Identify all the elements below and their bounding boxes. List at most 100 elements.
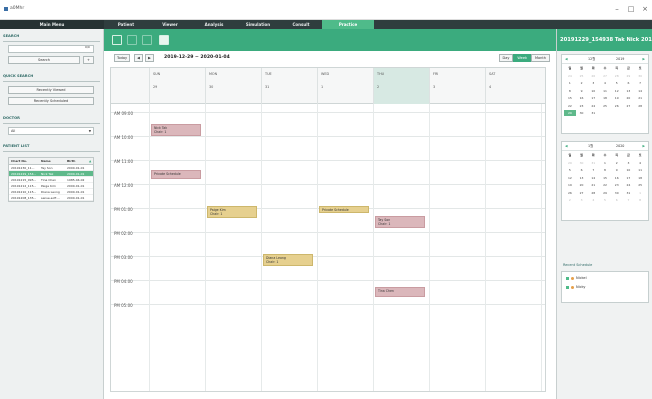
mini-day[interactable]: 25 — [599, 103, 611, 109]
mini-day[interactable]: 31 — [587, 110, 599, 116]
maximize-button[interactable]: □ — [624, 4, 638, 14]
add-patient-button[interactable]: + — [83, 56, 94, 64]
patient-row[interactable]: 20191208_135... sense-soft ... 2000-01-01 — [9, 195, 93, 201]
mini-day[interactable]: 3 — [587, 80, 599, 86]
menu-tab-simulation[interactable]: Simulation — [236, 20, 280, 29]
hour-row[interactable]: PM 04:00 — [111, 279, 545, 304]
mini-day[interactable]: 30 — [576, 160, 588, 166]
schedule-event[interactable]: Diana Leong Chair: 1 — [263, 253, 314, 266]
mini-day[interactable] — [599, 110, 611, 116]
mini-day[interactable]: 8 — [599, 167, 611, 173]
checkbox-icon[interactable] — [566, 285, 569, 289]
next-month-icon[interactable]: ▶ — [642, 55, 645, 64]
mini-day[interactable]: 26 — [564, 190, 576, 196]
delete-icon[interactable] — [142, 35, 152, 45]
menu-tab-analysis[interactable]: Analysis — [192, 20, 236, 29]
column-chart-no[interactable]: Chart No. — [9, 158, 39, 164]
mini-day[interactable]: 28 — [634, 103, 646, 109]
mini-day[interactable]: 27 — [576, 190, 588, 196]
mini-day[interactable]: 2 — [576, 80, 588, 86]
hour-row[interactable]: PM 05:00 — [111, 303, 545, 328]
mini-day[interactable]: 1 — [634, 190, 646, 196]
day-column-header[interactable]: MON 30 — [205, 68, 261, 104]
mini-day[interactable]: 22 — [564, 103, 576, 109]
mini-day[interactable]: 22 — [599, 182, 611, 188]
mini-day[interactable]: 30 — [634, 73, 646, 79]
menu-tab-viewer[interactable]: Viewer — [148, 20, 192, 29]
mini-day[interactable]: 19 — [564, 182, 576, 188]
mini-day[interactable]: 4 — [587, 197, 599, 203]
minimize-button[interactable]: – — [610, 4, 624, 14]
new-schedule-icon[interactable] — [112, 35, 122, 45]
schedule-event[interactable]: Private Schedule — [151, 169, 202, 180]
mini-month[interactable]: 1월 — [588, 142, 593, 151]
menu-tab-practice[interactable]: Practice — [322, 20, 374, 29]
mini-day[interactable]: 16 — [576, 95, 588, 101]
mini-day[interactable]: 16 — [611, 175, 623, 181]
print-icon[interactable] — [159, 35, 169, 45]
mini-day[interactable]: 14 — [587, 175, 599, 181]
mini-day[interactable]: 10 — [587, 88, 599, 94]
mini-day[interactable]: 6 — [623, 80, 635, 86]
mini-day[interactable]: 27 — [599, 73, 611, 79]
next-month-icon[interactable]: ▶ — [642, 142, 645, 151]
hour-row[interactable]: AM 12:00 — [111, 183, 545, 208]
mini-day[interactable]: 26 — [587, 73, 599, 79]
mini-day[interactable]: 31 — [623, 190, 635, 196]
mini-day[interactable]: 11 — [599, 88, 611, 94]
schedule-event[interactable]: Tina Chen — [375, 287, 426, 297]
mini-day[interactable]: 20 — [576, 182, 588, 188]
column-birth[interactable]: Birth — [65, 158, 87, 164]
mini-day[interactable] — [623, 110, 635, 116]
day-column-header[interactable]: FRI 3 — [429, 68, 485, 104]
mini-day[interactable]: 7 — [634, 80, 646, 86]
mini-day[interactable]: 5 — [599, 197, 611, 203]
hour-row[interactable]: PM 02:00 — [111, 231, 545, 256]
close-button[interactable]: × — [638, 4, 652, 14]
day-column-header[interactable]: WED 1 — [317, 68, 373, 104]
today-button[interactable]: Today — [114, 54, 130, 62]
mini-day[interactable]: 23 — [611, 182, 623, 188]
menu-tab-consult[interactable]: Consult — [280, 20, 322, 29]
mini-day[interactable]: 25 — [634, 182, 646, 188]
mini-day[interactable]: 3 — [576, 197, 588, 203]
recent-schedule-item[interactable]: Nickel — [566, 276, 587, 280]
mini-day[interactable]: 1 — [599, 160, 611, 166]
mini-day[interactable]: 18 — [599, 95, 611, 101]
day-column-header[interactable]: THU 2 — [373, 68, 429, 104]
mini-day[interactable]: 19 — [611, 95, 623, 101]
mini-day[interactable]: 30 — [611, 190, 623, 196]
mini-day[interactable]: 21 — [634, 95, 646, 101]
prev-month-icon[interactable]: ◀ — [565, 55, 568, 64]
mini-day[interactable]: 5 — [611, 80, 623, 86]
mini-day[interactable]: 9 — [576, 88, 588, 94]
mini-year[interactable]: 2019 — [616, 55, 624, 64]
mini-day[interactable]: 2 — [564, 197, 576, 203]
mini-day[interactable]: 26 — [611, 103, 623, 109]
recent-schedule-item[interactable]: Nicky — [566, 285, 586, 289]
mini-day[interactable]: 11 — [634, 167, 646, 173]
mini-day[interactable]: 13 — [576, 175, 588, 181]
view-day-button[interactable]: Day — [498, 54, 514, 62]
mini-day[interactable]: 1 — [564, 80, 576, 86]
mini-day[interactable] — [611, 110, 623, 116]
mini-day[interactable]: 23 — [576, 103, 588, 109]
mini-day[interactable]: 10 — [623, 167, 635, 173]
mini-day[interactable]: 20 — [623, 95, 635, 101]
doctor-select[interactable]: All ▼ — [8, 127, 94, 135]
mini-day[interactable]: 24 — [564, 73, 576, 79]
view-week-button[interactable]: Week — [513, 54, 532, 62]
schedule-event[interactable]: Private Schedule — [319, 205, 370, 213]
mini-day[interactable]: 24 — [623, 182, 635, 188]
next-week-button[interactable]: ▶ — [145, 54, 154, 62]
mini-day[interactable]: 25 — [576, 73, 588, 79]
mini-day[interactable]: 30 — [576, 110, 588, 116]
mini-day[interactable]: 28 — [611, 73, 623, 79]
mini-day[interactable]: 12 — [611, 88, 623, 94]
day-column-header[interactable]: SAT 4 — [485, 68, 541, 104]
mini-day[interactable]: 24 — [587, 103, 599, 109]
recently-scheduled-button[interactable]: Recently Scheduled — [8, 97, 94, 105]
search-input[interactable] — [8, 45, 94, 53]
mini-day[interactable]: 29 — [564, 160, 576, 166]
mini-day[interactable]: 29 — [623, 73, 635, 79]
